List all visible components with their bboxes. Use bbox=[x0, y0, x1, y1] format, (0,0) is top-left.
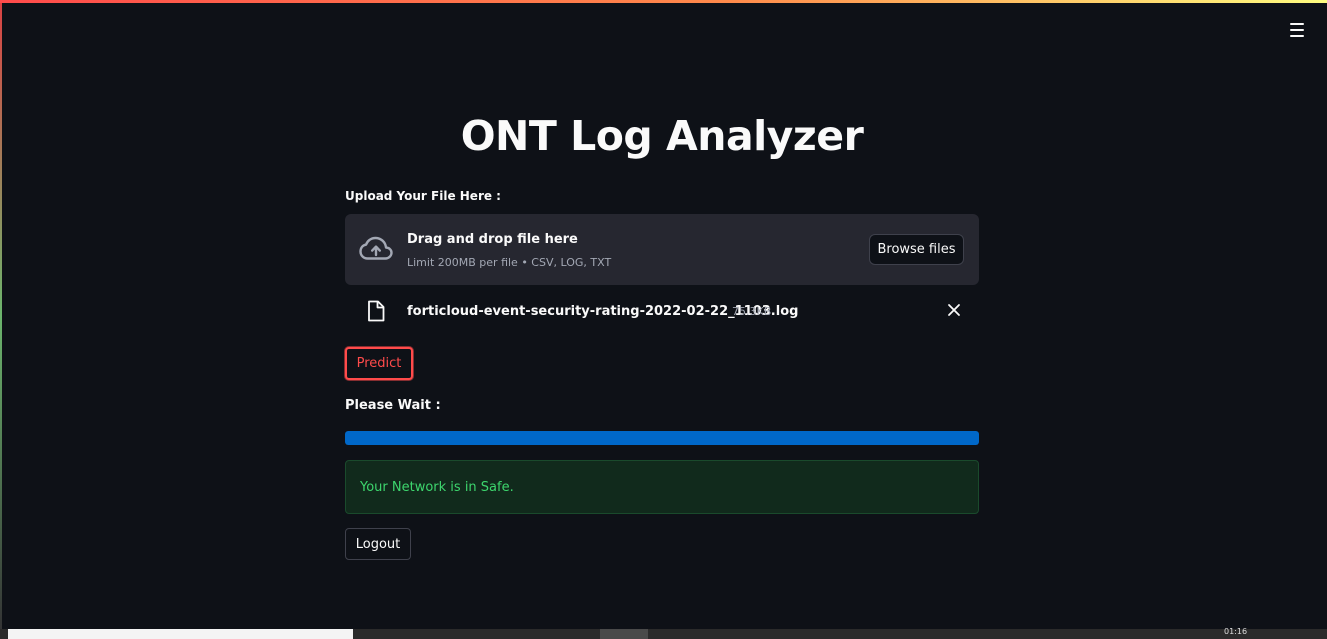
cloud-upload-icon bbox=[359, 236, 393, 260]
logout-button[interactable]: Logout bbox=[345, 528, 411, 560]
browse-files-button[interactable]: Browse files bbox=[869, 234, 964, 265]
file-dropzone[interactable]: Drag and drop file here Limit 200MB per … bbox=[345, 214, 979, 285]
close-icon[interactable] bbox=[947, 303, 961, 317]
menu-line bbox=[1290, 23, 1304, 25]
menu-line bbox=[1290, 35, 1304, 37]
progress-bar bbox=[345, 431, 979, 445]
success-message: Your Network is in Safe. bbox=[360, 480, 514, 495]
top-decoration-bar bbox=[0, 0, 1327, 3]
left-decoration-bar bbox=[0, 3, 2, 629]
dropzone-limits: Limit 200MB per file • CSV, LOG, TXT bbox=[407, 256, 612, 269]
dropzone-title: Drag and drop file here bbox=[407, 232, 578, 247]
os-taskbar: 01:16 bbox=[0, 627, 1327, 639]
page-title: ONT Log Analyzer bbox=[460, 112, 864, 160]
success-alert: Your Network is in Safe. bbox=[345, 460, 979, 514]
taskbar-search-area[interactable] bbox=[8, 629, 353, 639]
file-icon bbox=[368, 300, 385, 322]
hamburger-menu-icon[interactable] bbox=[1287, 20, 1307, 40]
menu-line bbox=[1290, 29, 1304, 31]
uploaded-file-row: forticloud-event-security-rating-2022-02… bbox=[345, 296, 979, 328]
progress-bar-fill bbox=[345, 431, 979, 445]
taskbar-app-button[interactable] bbox=[600, 629, 648, 639]
uploaded-file-size: 75.3KB bbox=[732, 305, 772, 318]
upload-label: Upload Your File Here : bbox=[345, 189, 501, 203]
progress-label: Please Wait : bbox=[345, 398, 441, 413]
predict-button[interactable]: Predict bbox=[345, 347, 413, 380]
taskbar-clock: 01:16 bbox=[1224, 627, 1248, 636]
